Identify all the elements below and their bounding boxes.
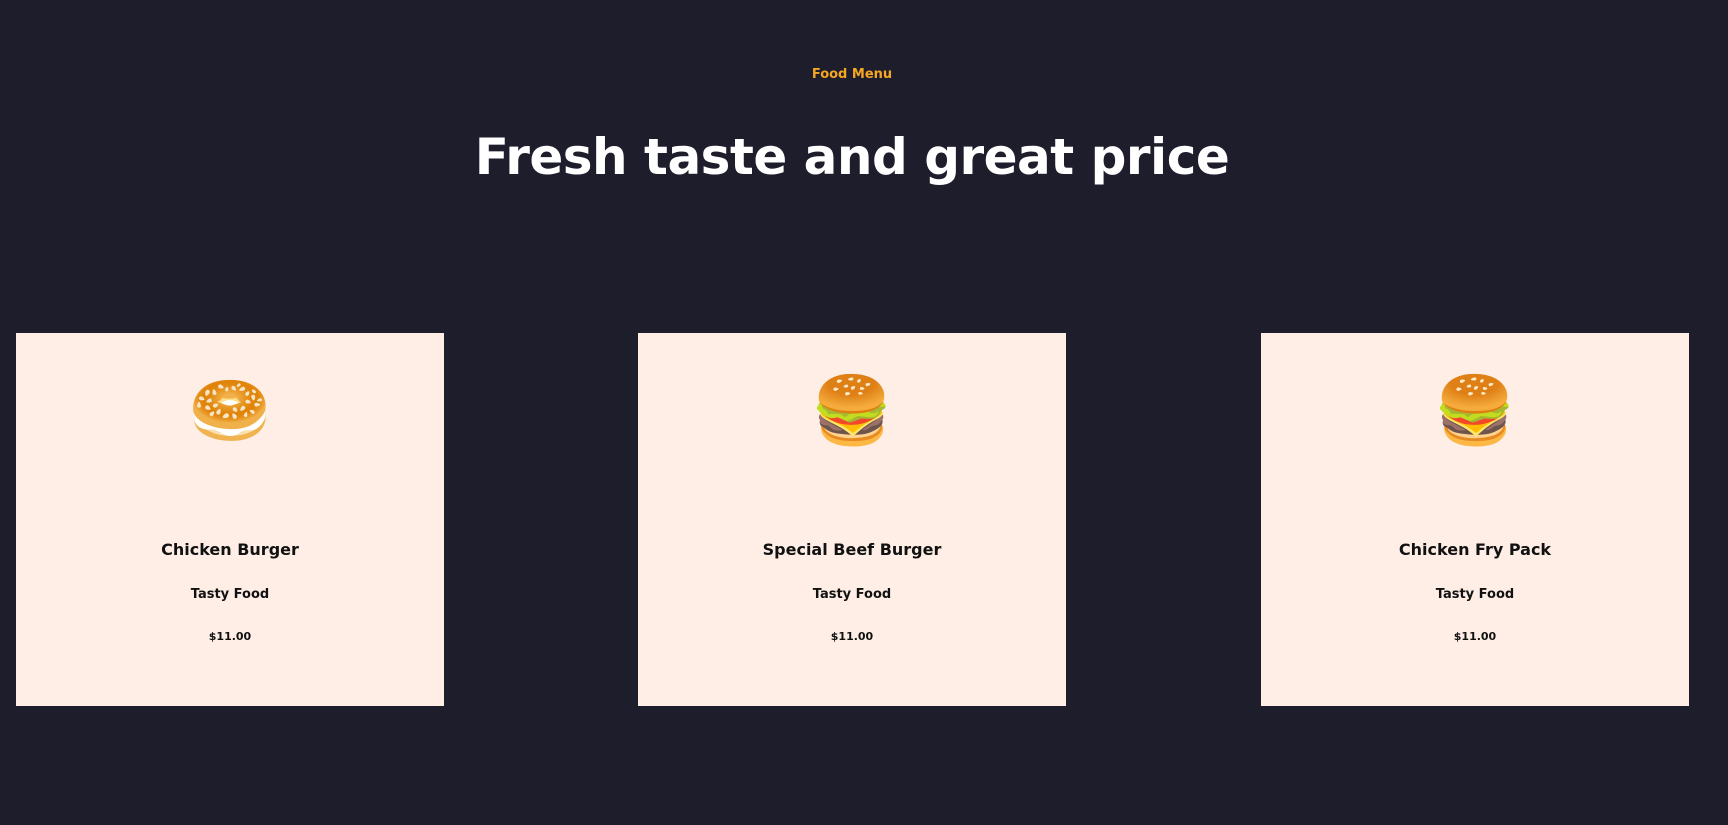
- menu-item-tag: Tasty Food: [812, 587, 892, 602]
- bagel-sandwich-icon: 🥯: [188, 372, 272, 449]
- menu-card[interactable]: 🥯 Chicken Burger Tasty Food $11.00: [16, 333, 444, 706]
- menu-item-name: Chicken Burger: [161, 540, 299, 559]
- menu-item-price: $11.00: [208, 630, 252, 643]
- burger-icon: 🍔: [810, 372, 894, 449]
- section-eyebrow: Food Menu: [811, 67, 893, 82]
- menu-item-tag: Tasty Food: [190, 587, 270, 602]
- menu-card[interactable]: 🍔 Special Beef Burger Tasty Food $11.00: [638, 333, 1066, 706]
- burger-icon: 🍔: [1433, 372, 1517, 449]
- food-menu-section: Food Menu Fresh taste and great price 🥯 …: [0, 0, 1728, 825]
- menu-item-name: Special Beef Burger: [762, 540, 942, 559]
- menu-card[interactable]: 🍔 Chicken Fry Pack Tasty Food $11.00: [1261, 333, 1689, 706]
- menu-item-tag: Tasty Food: [1435, 587, 1515, 602]
- menu-item-price: $11.00: [1453, 630, 1497, 643]
- menu-item-name: Chicken Fry Pack: [1398, 540, 1552, 559]
- menu-item-price: $11.00: [830, 630, 874, 643]
- section-heading: Fresh taste and great price: [474, 128, 1230, 186]
